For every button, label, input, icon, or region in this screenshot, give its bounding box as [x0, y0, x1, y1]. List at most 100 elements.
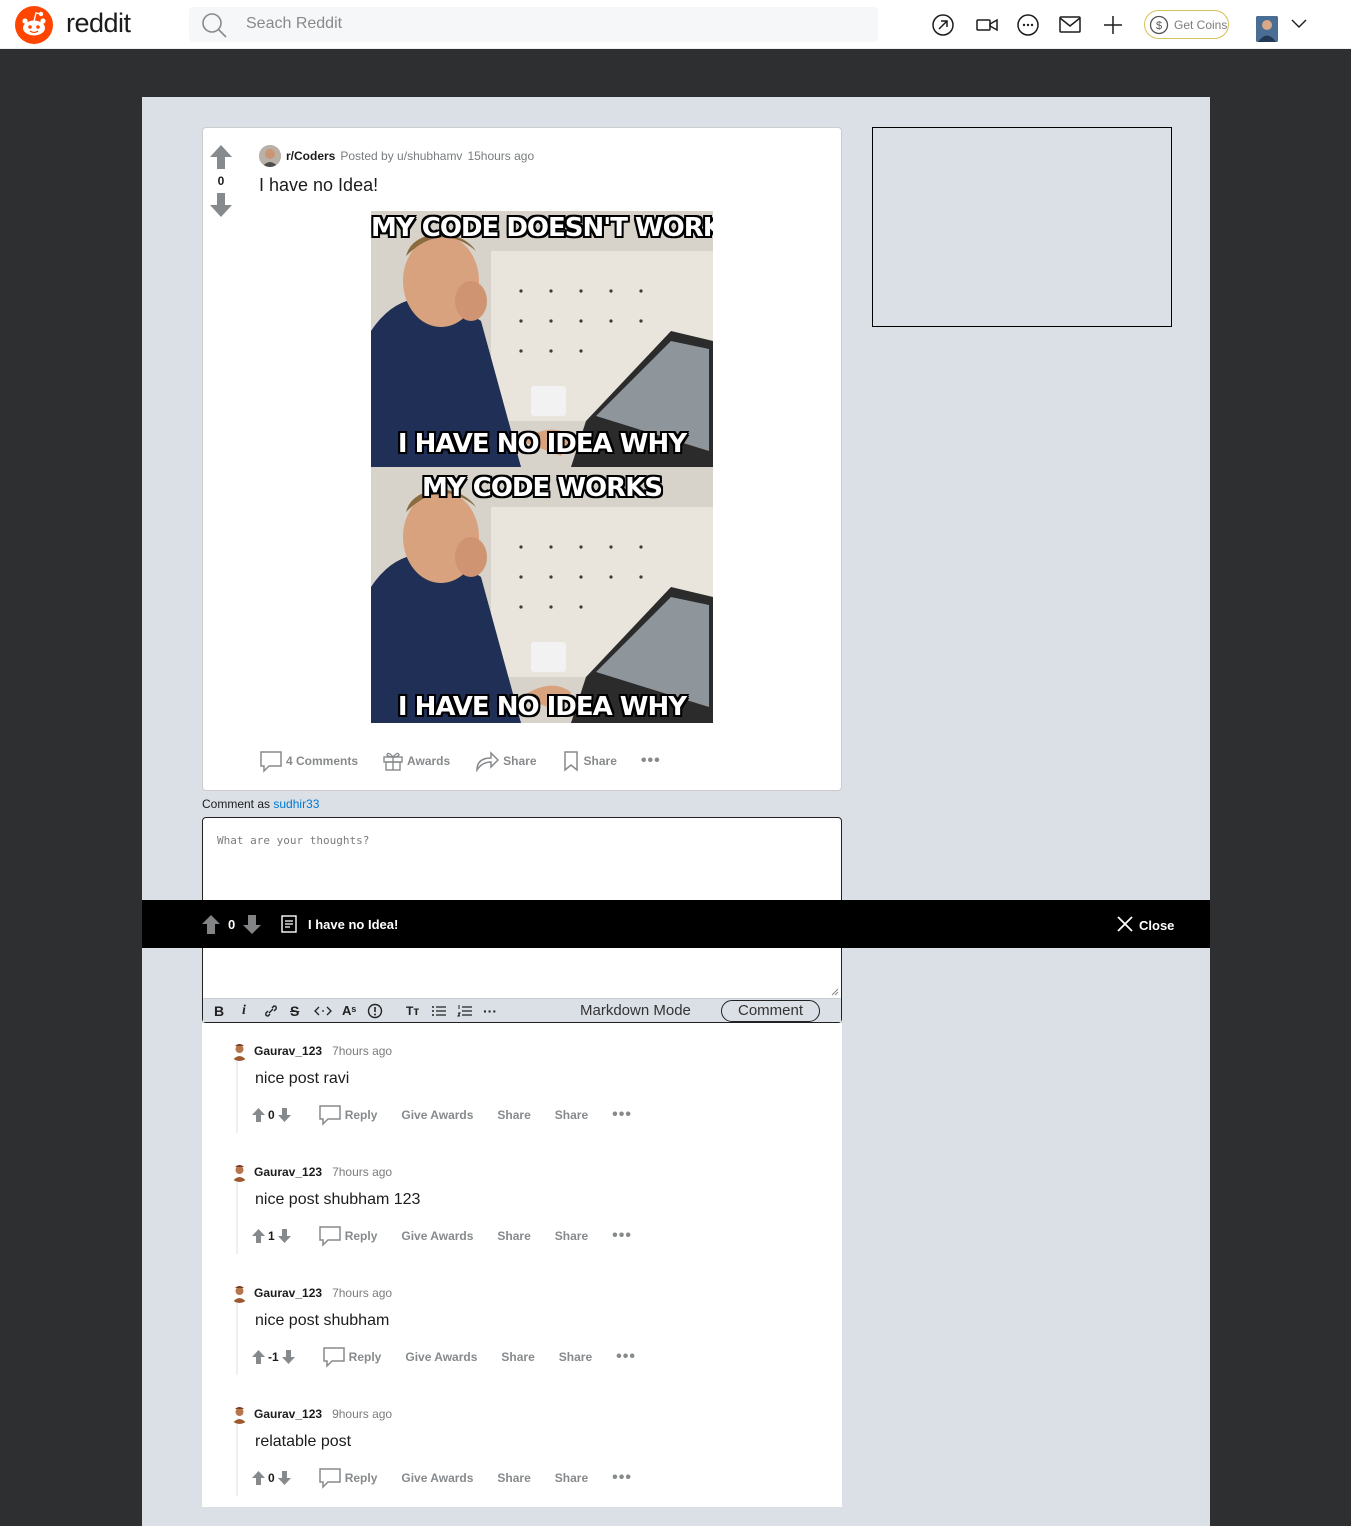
search-bar[interactable]: Seach Reddit	[189, 7, 878, 42]
close-icon[interactable]	[1117, 916, 1133, 932]
comment-header: Gaurav_123 9hours ago	[230, 1404, 392, 1424]
commenter-avatar[interactable]	[230, 1041, 249, 1061]
comment-save-button[interactable]: Share	[555, 1108, 588, 1122]
comment-downvote-icon[interactable]	[281, 1350, 295, 1364]
superscript-icon[interactable]: Aˢ	[342, 1003, 356, 1019]
share-button[interactable]: Share	[474, 750, 537, 772]
plus-create-icon[interactable]	[1100, 12, 1126, 38]
meme-panel-bottom: MY CODE WORKS I HAVE NO IDEA WHY	[371, 467, 713, 723]
bulleted-list-icon[interactable]	[431, 1003, 447, 1019]
reply-button[interactable]: Reply	[318, 1104, 377, 1126]
reply-button[interactable]: Reply	[322, 1346, 382, 1368]
reply-button[interactable]: Reply	[318, 1467, 377, 1489]
comment-upvote-icon[interactable]	[252, 1471, 265, 1485]
comment-body: nice post shubham 123	[255, 1191, 421, 1208]
comment-actions: 0 Reply Give Awards Share Share •••	[252, 1103, 632, 1127]
give-awards-button[interactable]: Give Awards	[401, 1471, 473, 1485]
comment-more-icon[interactable]: •••	[612, 1227, 632, 1245]
popular-arrow-icon[interactable]	[930, 12, 956, 38]
comment-upvote-icon[interactable]	[252, 1108, 265, 1122]
get-coins-button[interactable]: $ Get Coins	[1144, 10, 1229, 39]
comment-downvote-icon[interactable]	[277, 1229, 291, 1243]
comment-as-username[interactable]: sudhir33	[273, 797, 319, 811]
more-options-icon[interactable]: •••	[641, 752, 661, 770]
video-camera-icon[interactable]	[974, 12, 1000, 38]
give-awards-button[interactable]: Give Awards	[401, 1229, 473, 1243]
subreddit-link[interactable]: r/Coders	[286, 149, 335, 163]
comment-more-icon[interactable]: •••	[616, 1348, 636, 1366]
comments-button[interactable]: 4 Comments	[259, 749, 358, 773]
comment-submit-button[interactable]: Comment	[721, 1000, 820, 1022]
reddit-wordmark[interactable]: reddit	[66, 8, 131, 39]
comment-save-button[interactable]: Share	[555, 1471, 588, 1485]
spoiler-icon[interactable]	[367, 1003, 383, 1019]
comment-downvote-icon[interactable]	[277, 1471, 291, 1485]
commenter-username[interactable]: Gaurav_123	[254, 1044, 322, 1058]
comment-share-button[interactable]: Share	[497, 1229, 530, 1243]
awards-button[interactable]: Awards	[382, 750, 450, 772]
comment-timestamp: 9hours ago	[332, 1407, 393, 1421]
save-button[interactable]: Share	[561, 750, 617, 772]
give-awards-button[interactable]: Give Awards	[405, 1350, 477, 1364]
sticky-post-title: I have no Idea!	[308, 917, 399, 932]
markdown-mode-toggle[interactable]: Markdown Mode	[580, 1002, 691, 1019]
sidebar-placeholder	[872, 127, 1172, 327]
comment-as-line: Comment as sudhir33	[202, 797, 319, 811]
comment-header: Gaurav_123 7hours ago	[230, 1162, 392, 1182]
meme-caption-top-1: MY CODE DOESN'T WORK	[371, 213, 713, 243]
resize-handle-icon[interactable]	[831, 988, 839, 996]
comment-share-button[interactable]: Share	[501, 1350, 534, 1364]
comment-share-button[interactable]: Share	[497, 1471, 530, 1485]
heading-icon[interactable]: Tт	[406, 1003, 419, 1019]
comment-save-button[interactable]: Share	[559, 1350, 592, 1364]
subreddit-avatar[interactable]	[259, 145, 281, 167]
save-label: Share	[583, 754, 617, 768]
downvote-icon[interactable]	[209, 192, 233, 218]
chevron-down-icon[interactable]	[1290, 15, 1308, 33]
posted-by[interactable]: Posted by u/shubhamv	[340, 149, 462, 163]
comment-item: Gaurav_123 7hours ago nice post shubham …	[230, 1265, 830, 1375]
search-input[interactable]: Seach Reddit	[246, 15, 342, 33]
commenter-username[interactable]: Gaurav_123	[254, 1286, 322, 1300]
user-avatar[interactable]	[1256, 16, 1278, 42]
italic-icon[interactable]: i	[242, 1003, 246, 1019]
comment-more-icon[interactable]: •••	[612, 1106, 632, 1124]
reply-label: Reply	[348, 1350, 382, 1364]
comment-more-icon[interactable]: •••	[612, 1469, 632, 1487]
reply-button[interactable]: Reply	[318, 1225, 377, 1247]
comment-upvote-icon[interactable]	[252, 1350, 265, 1364]
comment-save-button[interactable]: Share	[555, 1229, 588, 1243]
close-button[interactable]: Close	[1139, 918, 1174, 933]
meme-panel-top: MY CODE DOESN'T WORK I HAVE NO IDEA WHY	[371, 211, 713, 467]
comment-vote: 0	[252, 1108, 291, 1122]
meme-caption-top-2: MY CODE WORKS	[421, 473, 663, 503]
mail-icon[interactable]	[1057, 12, 1083, 38]
bold-icon[interactable]: B	[214, 1003, 224, 1019]
comment-downvote-icon[interactable]	[277, 1108, 291, 1122]
commenter-avatar[interactable]	[230, 1162, 249, 1182]
chat-icon[interactable]	[1015, 12, 1041, 38]
more-formatting-icon[interactable]: ···	[483, 1003, 497, 1019]
link-icon[interactable]	[263, 1003, 279, 1019]
comment-share-button[interactable]: Share	[497, 1108, 530, 1122]
commenter-avatar[interactable]	[230, 1283, 249, 1303]
upvote-icon[interactable]	[209, 144, 233, 170]
strikethrough-icon[interactable]: S	[290, 1003, 299, 1019]
give-awards-button[interactable]: Give Awards	[401, 1108, 473, 1122]
commenter-avatar[interactable]	[230, 1404, 249, 1424]
comment-timestamp: 7hours ago	[332, 1044, 393, 1058]
reddit-logo-icon[interactable]	[15, 6, 53, 44]
sticky-upvote-icon[interactable]	[202, 915, 220, 934]
comment-upvote-icon[interactable]	[252, 1229, 265, 1243]
commenter-username[interactable]: Gaurav_123	[254, 1407, 322, 1421]
inline-code-icon[interactable]	[314, 1003, 332, 1019]
svg-text:$: $	[1156, 20, 1162, 32]
comment-timestamp: 7hours ago	[332, 1286, 393, 1300]
comment-header: Gaurav_123 7hours ago	[230, 1283, 392, 1303]
commenter-username[interactable]: Gaurav_123	[254, 1165, 322, 1179]
sticky-downvote-icon[interactable]	[243, 915, 261, 934]
post-vote-count: 0	[217, 174, 225, 188]
reply-icon	[322, 1347, 345, 1368]
post-image[interactable]: MY CODE DOESN'T WORK I HAVE NO IDEA WHY	[371, 211, 713, 723]
numbered-list-icon[interactable]	[457, 1003, 473, 1019]
